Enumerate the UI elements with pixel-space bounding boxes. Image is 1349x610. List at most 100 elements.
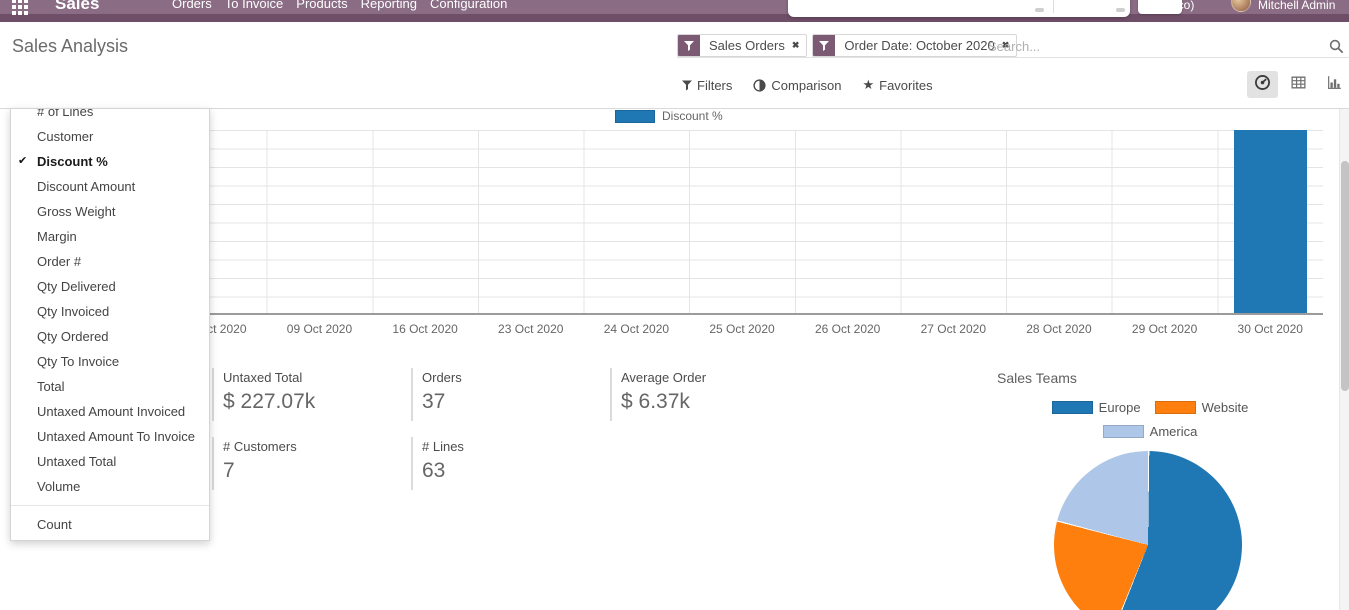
remove-facet-icon[interactable]: ✖ <box>792 35 807 56</box>
vertical-scrollbar-track[interactable] <box>1339 109 1349 610</box>
x-axis-label: 09 Oct 2020 <box>267 322 373 336</box>
filter-funnel-icon <box>813 35 835 56</box>
legend-swatch <box>1155 401 1196 414</box>
pivot-view-button[interactable] <box>1283 71 1314 98</box>
measure-label: Gross Weight <box>37 204 116 219</box>
measures-dropdown: ✔ # of Lines ✔ Customer ✔ Discount % ✔ D… <box>10 108 210 541</box>
kpi-label: # Customers <box>223 437 409 454</box>
dashboard-view-button[interactable] <box>1247 71 1278 98</box>
measure-menu-item[interactable]: ✔ Discount Amount <box>11 174 209 199</box>
top-menu-item[interactable]: To Invoice <box>225 0 284 11</box>
star-icon: ★ <box>862 77 874 93</box>
measure-label: Count <box>37 517 72 532</box>
facet-label: Order Date: October 2020 <box>835 35 1001 56</box>
legend-item[interactable]: America <box>1103 424 1198 439</box>
favorites-button[interactable]: ★ Favorites <box>862 77 932 93</box>
measure-menu-item[interactable]: ✔ Qty To Invoice <box>11 349 209 374</box>
bar-cell[interactable] <box>900 130 1006 313</box>
bar-cell[interactable] <box>689 130 795 313</box>
funnel-icon <box>682 80 692 91</box>
measure-menu-item[interactable]: ✔ Order # <box>11 249 209 274</box>
measure-menu-item[interactable]: ✔ # of Lines <box>11 108 209 124</box>
comparison-button[interactable]: Comparison <box>753 77 841 93</box>
bar[interactable] <box>1234 130 1307 313</box>
bar-cell[interactable] <box>1006 130 1112 313</box>
control-panel-buttons: Filters Comparison ★ Favorites <box>682 77 933 93</box>
search-underline <box>677 57 1349 58</box>
sales-teams-legend: Europe Website America <box>1000 400 1300 439</box>
user-name[interactable]: Mitchell Admin <box>1258 0 1335 12</box>
view-switcher <box>1247 71 1349 98</box>
bar-cell[interactable] <box>584 130 690 313</box>
top-menu-item[interactable]: Products <box>296 0 347 11</box>
legend-item[interactable]: Website <box>1155 400 1249 415</box>
top-menu-item[interactable]: Reporting <box>361 0 417 11</box>
app-name[interactable]: Sales <box>55 0 99 14</box>
kpi-tile: Average Order $ 6.37k <box>610 368 807 421</box>
discount-bar-chart <box>161 130 1323 315</box>
measure-menu-item[interactable]: ✔ Margin <box>11 224 209 249</box>
menu-divider <box>11 505 209 506</box>
filters-button[interactable]: Filters <box>682 77 732 93</box>
measure-label: Qty Invoiced <box>37 304 109 319</box>
measure-menu-item[interactable]: ✔ Untaxed Amount To Invoice <box>11 424 209 449</box>
x-axis-label: 30 Oct 2020 <box>1217 322 1323 336</box>
measure-menu-item[interactable]: ✔ Discount % <box>11 149 209 174</box>
legend-label: Website <box>1202 400 1249 415</box>
top-menu-item[interactable]: Orders <box>172 0 212 11</box>
kpi-value: 7 <box>223 459 409 483</box>
bar-series <box>161 130 1323 313</box>
x-axis-label: 25 Oct 2020 <box>689 322 795 336</box>
measure-menu-item[interactable]: ✔ Qty Ordered <box>11 324 209 349</box>
kpi-label: Orders <box>422 368 608 385</box>
search-input[interactable]: Search... <box>988 39 1040 54</box>
x-axis-label: 27 Oct 2020 <box>900 322 1006 336</box>
bar-cell[interactable] <box>478 130 584 313</box>
sales-analysis-screen: Sales Orders To Invoice Products Reporting C… <box>0 0 1349 610</box>
measure-menu-item[interactable]: ✔ Gross Weight <box>11 199 209 224</box>
half-circle-icon <box>753 79 766 92</box>
apps-grid-icon[interactable] <box>12 0 28 15</box>
bar-cell[interactable] <box>1217 130 1323 313</box>
kpi-tile: # Lines 63 <box>411 437 608 490</box>
gauge-icon <box>1254 74 1271 96</box>
measure-menu-item[interactable]: ✔ Untaxed Amount Invoiced <box>11 399 209 424</box>
systray-dropdown-divider <box>1053 0 1054 13</box>
favorites-label: Favorites <box>879 78 932 93</box>
measure-label: Untaxed Amount Invoiced <box>37 404 185 419</box>
filters-label: Filters <box>697 78 732 93</box>
x-axis-label: 29 Oct 2020 <box>1112 322 1218 336</box>
bar-cell[interactable] <box>267 130 373 313</box>
measure-menu-item[interactable]: ✔ Untaxed Total <box>11 449 209 474</box>
measure-menu-item[interactable]: ✔ Customer <box>11 124 209 149</box>
sales-teams-pie-chart[interactable] <box>1054 451 1242 610</box>
measure-menu-item[interactable]: ✔ Qty Invoiced <box>11 299 209 324</box>
search-icon[interactable] <box>1329 39 1344 54</box>
kpi-label: Average Order <box>621 368 807 385</box>
bar-cell[interactable] <box>1112 130 1218 313</box>
measure-label: Volume <box>37 479 80 494</box>
bar-cell[interactable] <box>372 130 478 313</box>
kpi-value: $ 6.37k <box>621 390 807 414</box>
measure-menu-item[interactable]: ✔ Qty Delivered <box>11 274 209 299</box>
legend-swatch <box>1103 425 1144 438</box>
bar-cell[interactable] <box>795 130 901 313</box>
sales-teams-title: Sales Teams <box>997 370 1077 386</box>
comparison-label: Comparison <box>771 78 841 93</box>
top-menu-item[interactable]: Configuration <box>430 0 507 11</box>
legend-item[interactable]: Europe <box>1052 400 1141 415</box>
x-axis-label: 24 Oct 2020 <box>584 322 690 336</box>
graph-view-button[interactable] <box>1319 71 1349 98</box>
measure-menu-item[interactable]: ✔ Volume <box>11 474 209 499</box>
vertical-scrollbar-thumb[interactable] <box>1341 161 1349 391</box>
kpi-value: $ 227.07k <box>223 390 409 414</box>
measure-label: Qty To Invoice <box>37 354 119 369</box>
search-facet: Sales Orders ✖ <box>677 34 807 57</box>
x-axis-label: 26 Oct 2020 <box>795 322 901 336</box>
company-name[interactable]: cisco) <box>1163 0 1194 12</box>
systray-icon-remnant <box>1116 8 1125 12</box>
legend-label: Discount % <box>662 109 723 123</box>
kpi-tile: # Customers 7 <box>212 437 409 490</box>
measure-menu-item-count[interactable]: Count <box>11 512 209 537</box>
measure-menu-item[interactable]: ✔ Total <box>11 374 209 399</box>
